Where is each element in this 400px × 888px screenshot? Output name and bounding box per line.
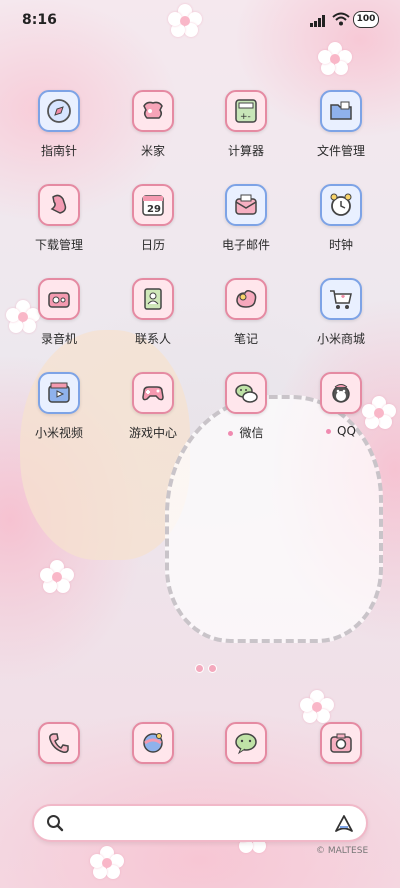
page-dot <box>195 664 204 673</box>
app-label-text: 微信 <box>239 426 264 440</box>
app-label: QQ <box>296 424 386 438</box>
cart-icon <box>320 278 362 320</box>
battery-indicator: 100 <box>353 11 379 28</box>
app-label: 电子邮件 <box>221 238 270 252</box>
new-badge-dot <box>228 431 234 436</box>
wallpaper-credit: © MALTESE <box>316 846 369 856</box>
page-dot <box>208 664 217 673</box>
calendar-date: 29 <box>147 204 161 215</box>
app-file-manager[interactable]: 文件管理 <box>296 90 386 159</box>
flower-decoration <box>300 690 334 724</box>
mail-icon <box>225 184 267 226</box>
gamepad-icon <box>132 372 174 414</box>
app-label: 游戏中心 <box>128 426 177 440</box>
app-mi-store[interactable]: 小米商城 <box>296 278 386 347</box>
app-label: 文件管理 <box>316 144 365 158</box>
flower-decoration <box>318 42 352 76</box>
app-download-manager[interactable]: 下载管理 <box>14 184 104 253</box>
app-label: 小米商城 <box>316 332 365 346</box>
app-label: 下载管理 <box>34 238 83 252</box>
app-label: 小米视频 <box>34 426 83 440</box>
app-label: 日历 <box>140 238 165 252</box>
app-label: 指南针 <box>40 144 77 158</box>
new-badge-dot <box>326 429 332 434</box>
app-calculator[interactable]: +- 计算器 <box>201 90 291 159</box>
dock-camera[interactable] <box>296 722 386 764</box>
recorder-icon <box>38 278 80 320</box>
browser-icon <box>132 722 174 764</box>
folder-icon <box>320 90 362 132</box>
calculator-icon: +- <box>225 90 267 132</box>
app-clock[interactable]: 时钟 <box>296 184 386 253</box>
assistant-icon[interactable] <box>334 814 354 834</box>
contacts-icon <box>132 278 174 320</box>
app-label: 米家 <box>140 144 165 158</box>
flower-decoration <box>90 846 124 880</box>
qq-icon <box>320 372 362 414</box>
calendar-icon: 29 <box>132 184 174 226</box>
home-icon <box>132 90 174 132</box>
status-bar: 8:16 100 <box>0 0 400 40</box>
app-qq[interactable]: QQ <box>296 372 386 438</box>
page-indicator[interactable] <box>193 662 219 673</box>
compass-icon <box>38 90 80 132</box>
app-email[interactable]: 电子邮件 <box>201 184 291 253</box>
dock-browser[interactable] <box>108 722 198 764</box>
svg-text:+-: +- <box>240 112 251 122</box>
messages-icon <box>225 722 267 764</box>
video-icon <box>38 372 80 414</box>
signal-icon <box>310 15 328 27</box>
app-label-text: QQ <box>337 424 356 438</box>
app-calendar[interactable]: 29 日历 <box>108 184 198 253</box>
app-game-center[interactable]: 游戏中心 <box>108 372 198 441</box>
app-label: 微信 <box>201 424 291 441</box>
notes-icon <box>225 278 267 320</box>
app-label: 时钟 <box>328 238 353 252</box>
status-time: 8:16 <box>22 12 57 28</box>
app-label: 计算器 <box>227 144 264 158</box>
wechat-icon <box>225 372 267 414</box>
dock-messages[interactable] <box>201 722 291 764</box>
search-bar[interactable] <box>32 804 368 842</box>
app-mi-video[interactable]: 小米视频 <box>14 372 104 441</box>
app-mijia[interactable]: 米家 <box>108 90 198 159</box>
app-compass[interactable]: 指南针 <box>14 90 104 159</box>
app-label: 笔记 <box>233 332 258 346</box>
search-icon <box>47 815 64 832</box>
app-wechat[interactable]: 微信 <box>201 372 291 441</box>
flower-decoration <box>40 560 74 594</box>
dock-phone[interactable] <box>14 722 104 764</box>
app-notes[interactable]: 笔记 <box>201 278 291 347</box>
app-label: 录音机 <box>40 332 77 346</box>
wifi-icon <box>332 12 350 26</box>
download-icon <box>38 184 80 226</box>
phone-icon <box>38 722 80 764</box>
camera-icon <box>320 722 362 764</box>
app-recorder[interactable]: 录音机 <box>14 278 104 347</box>
clock-icon <box>320 184 362 226</box>
app-label: 联系人 <box>134 332 171 346</box>
app-contacts[interactable]: 联系人 <box>108 278 198 347</box>
